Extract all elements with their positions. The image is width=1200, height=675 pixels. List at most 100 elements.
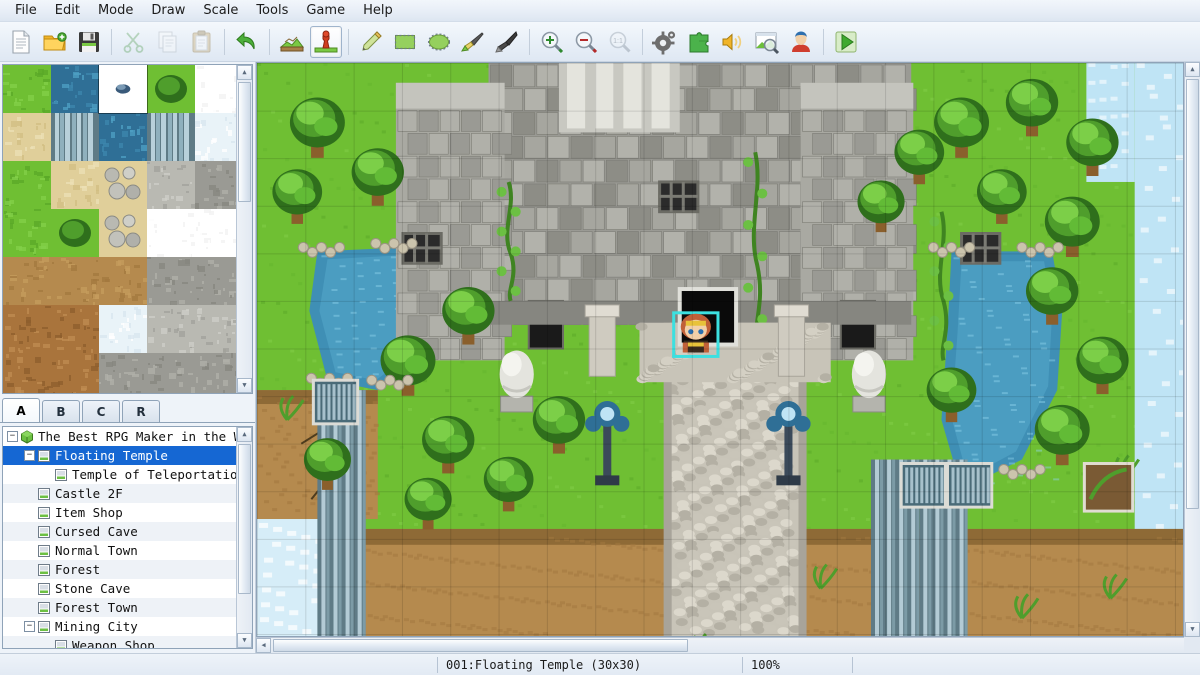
plugin-manager-button[interactable] <box>683 26 715 58</box>
map-horizontal-scrollbar[interactable]: ◀ <box>256 637 1184 653</box>
tileset-tile[interactable] <box>147 305 197 356</box>
tileset-tile[interactable] <box>195 65 236 114</box>
map-tree-item[interactable]: − The Best RPG Maker in the World <box>3 427 236 446</box>
zoom-in-button[interactable] <box>536 26 568 58</box>
map-hscroll-thumb[interactable] <box>273 639 688 652</box>
tileset-tile[interactable] <box>51 161 103 209</box>
tileset-tile[interactable] <box>147 161 198 212</box>
zoom-out-button[interactable] <box>570 26 602 58</box>
tileset-tile[interactable] <box>195 353 236 393</box>
tileset-grid[interactable] <box>3 65 236 393</box>
tileset-tile[interactable] <box>195 305 236 355</box>
map-viewport[interactable] <box>256 62 1184 637</box>
map-tree-item[interactable]: − Floating Temple <box>3 446 236 465</box>
map-scroll-thumb[interactable] <box>1186 79 1199 509</box>
flood-fill-tool-button[interactable] <box>457 26 489 58</box>
map-tree-item[interactable]: Forest Town <box>3 598 236 617</box>
tileset-scroll-up-button[interactable]: ▲ <box>237 65 252 80</box>
map-tree-item[interactable]: − Mining City <box>3 617 236 636</box>
tree-collapse-icon[interactable]: − <box>7 431 18 442</box>
tileset-tile[interactable] <box>3 353 51 393</box>
map-mode-button[interactable] <box>276 26 308 58</box>
map-tree-item[interactable]: Temple of Teleportation <box>3 465 236 484</box>
shadow-pen-tool-button[interactable] <box>491 26 523 58</box>
tileset-tile[interactable] <box>99 113 147 161</box>
tree-scroll-thumb[interactable] <box>238 444 251 594</box>
pencil-tool-button[interactable] <box>355 26 387 58</box>
tileset-tile[interactable] <box>195 209 236 257</box>
tileset-tile[interactable] <box>3 257 52 307</box>
tileset-tile[interactable] <box>99 353 147 393</box>
tileset-tile[interactable] <box>99 209 147 257</box>
tileset-tab-r[interactable]: R <box>122 400 160 422</box>
tileset-tile[interactable] <box>3 65 51 116</box>
character-generator-button[interactable] <box>785 26 817 58</box>
tileset-tile[interactable] <box>147 113 195 161</box>
tileset-tile[interactable] <box>147 209 198 259</box>
map-scroll-down-button[interactable]: ▼ <box>1185 622 1200 637</box>
map-canvas[interactable] <box>257 63 1183 636</box>
sound-test-button[interactable] <box>717 26 749 58</box>
event-mode-button[interactable] <box>310 25 342 58</box>
map-vertical-scrollbar[interactable]: ▲ ▼ <box>1184 62 1200 637</box>
tileset-tile[interactable] <box>147 257 195 306</box>
map-tree-item[interactable]: Forest <box>3 560 236 579</box>
tileset-tile[interactable] <box>51 113 99 161</box>
map-tree-item[interactable]: Cursed Cave <box>3 522 236 541</box>
map-tree-item[interactable]: Stone Cave <box>3 579 236 598</box>
tileset-tile[interactable] <box>51 257 100 307</box>
tileset-tile[interactable] <box>3 209 51 257</box>
tree-scroll-down-button[interactable]: ▼ <box>237 633 252 648</box>
menu-draw[interactable]: Draw <box>142 1 194 21</box>
menu-edit[interactable]: Edit <box>46 1 89 21</box>
new-project-button[interactable] <box>5 26 37 58</box>
rectangle-tool-button[interactable] <box>389 26 421 58</box>
menu-mode[interactable]: Mode <box>89 1 142 21</box>
tileset-tab-a[interactable]: A <box>2 398 40 422</box>
tileset-tile[interactable] <box>147 65 195 113</box>
tileset-tile[interactable] <box>3 161 51 209</box>
tileset-tile[interactable] <box>3 305 54 355</box>
tileset-tile[interactable] <box>195 113 236 164</box>
tileset-tile[interactable] <box>51 353 101 393</box>
map-tree-panel[interactable]: −The Best RPG Maker in the World−Floatin… <box>2 426 253 649</box>
menu-scale[interactable]: Scale <box>194 1 247 21</box>
tileset-scroll-down-button[interactable]: ▼ <box>237 378 252 393</box>
menu-file[interactable]: File <box>6 1 46 21</box>
resource-manager-button[interactable] <box>751 26 783 58</box>
menu-game[interactable]: Game <box>297 1 354 21</box>
tileset-vertical-scrollbar[interactable]: ▲ ▼ <box>236 65 252 393</box>
tileset-tile[interactable] <box>51 209 99 257</box>
save-project-button[interactable] <box>73 26 105 58</box>
tree-collapse-icon[interactable]: − <box>24 450 35 461</box>
map-tree-item[interactable]: Item Shop <box>3 503 236 522</box>
map-tree-item[interactable]: Castle 2F <box>3 484 236 503</box>
tileset-tile[interactable] <box>147 353 198 393</box>
tileset-tile[interactable] <box>3 113 51 161</box>
tileset-tab-c[interactable]: C <box>82 400 120 422</box>
map-tree-item[interactable]: Normal Town <box>3 541 236 560</box>
tileset-tile[interactable] <box>99 161 147 209</box>
open-project-button[interactable] <box>39 26 71 58</box>
tileset-palette[interactable]: ▲ ▼ <box>2 64 253 394</box>
tileset-tile[interactable] <box>51 305 99 356</box>
menu-help[interactable]: Help <box>354 1 402 21</box>
playtest-button[interactable] <box>830 26 862 58</box>
menu-tools[interactable]: Tools <box>247 1 297 21</box>
map-tree[interactable]: −The Best RPG Maker in the World−Floatin… <box>3 427 236 648</box>
tree-collapse-icon[interactable]: − <box>24 621 35 632</box>
tileset-tab-b[interactable]: B <box>42 400 80 422</box>
tileset-tile[interactable] <box>51 65 99 113</box>
map-scroll-up-button[interactable]: ▲ <box>1185 62 1200 77</box>
tileset-tile[interactable] <box>99 305 148 355</box>
tileset-scroll-thumb[interactable] <box>238 82 251 202</box>
undo-button[interactable] <box>231 26 263 58</box>
tileset-tile[interactable] <box>195 161 236 212</box>
database-button[interactable] <box>649 26 681 58</box>
tree-scroll-up-button[interactable]: ▲ <box>237 427 252 442</box>
map-tree-vertical-scrollbar[interactable]: ▲ ▼ <box>236 427 252 648</box>
map-tree-item[interactable]: Weapon Shop <box>3 636 236 648</box>
tileset-tile[interactable] <box>99 257 147 305</box>
map-scroll-left-button[interactable]: ◀ <box>256 638 271 653</box>
tileset-tile[interactable] <box>195 257 236 306</box>
